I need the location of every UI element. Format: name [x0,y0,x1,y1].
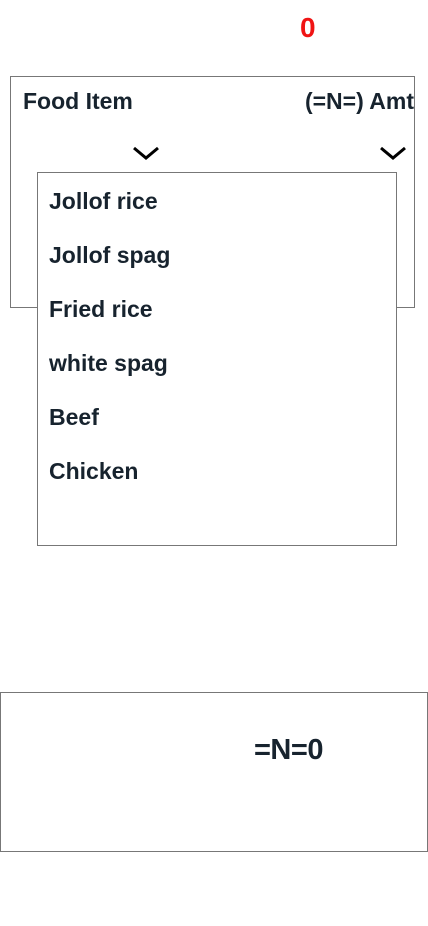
chevron-down-icon[interactable] [378,144,408,162]
total-box [0,692,428,852]
food-item-dropdown-list: Jollof rice Jollof spag Fried rice white… [37,172,397,546]
dropdown-option[interactable]: Beef [49,401,179,433]
dropdown-option[interactable]: Fried rice [49,293,179,325]
dropdown-option[interactable]: white spag [49,347,179,379]
item-count: 0 [300,12,316,43]
dropdown-option[interactable]: Jollof spag [49,239,179,271]
amount-header: (=N=) Amt [304,88,414,114]
dropdown-option[interactable]: Jollof rice [49,185,179,217]
dropdown-option[interactable]: Chicken [49,455,179,487]
total-amount: =N=0 [254,734,323,766]
chevron-down-icon[interactable] [131,144,161,162]
food-item-header: Food Item [23,88,133,114]
